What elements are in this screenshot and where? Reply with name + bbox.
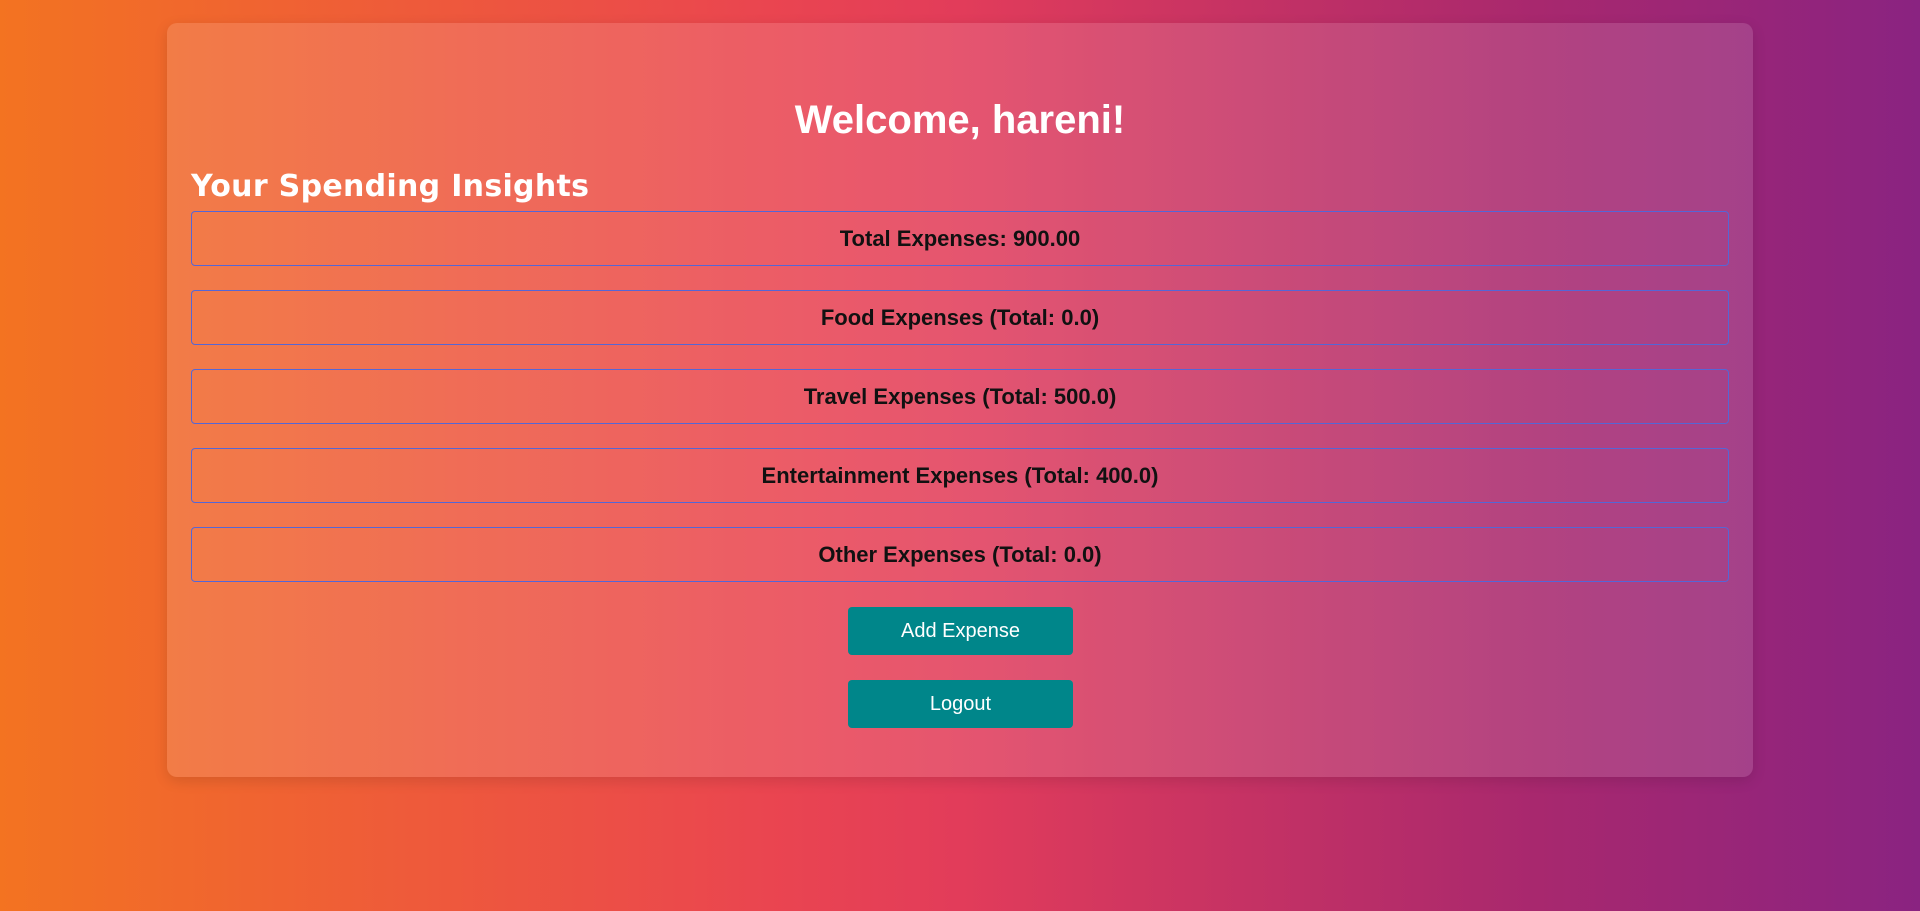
expense-insights-list: Total Expenses: 900.00 Food Expenses (To… [191, 211, 1729, 606]
other-expenses-item[interactable]: Other Expenses (Total: 0.0) [191, 527, 1729, 582]
dashboard-card: Welcome, hareni! Your Spending Insights … [167, 23, 1753, 777]
spending-insights-title: Your Spending Insights [191, 169, 590, 204]
add-expense-button[interactable]: Add Expense [848, 607, 1073, 655]
total-expenses-item[interactable]: Total Expenses: 900.00 [191, 211, 1729, 266]
welcome-heading: Welcome, hareni! [794, 98, 1126, 142]
food-expenses-item[interactable]: Food Expenses (Total: 0.0) [191, 290, 1729, 345]
logout-button[interactable]: Logout [848, 680, 1073, 728]
travel-expenses-item[interactable]: Travel Expenses (Total: 500.0) [191, 369, 1729, 424]
entertainment-expenses-item[interactable]: Entertainment Expenses (Total: 400.0) [191, 448, 1729, 503]
